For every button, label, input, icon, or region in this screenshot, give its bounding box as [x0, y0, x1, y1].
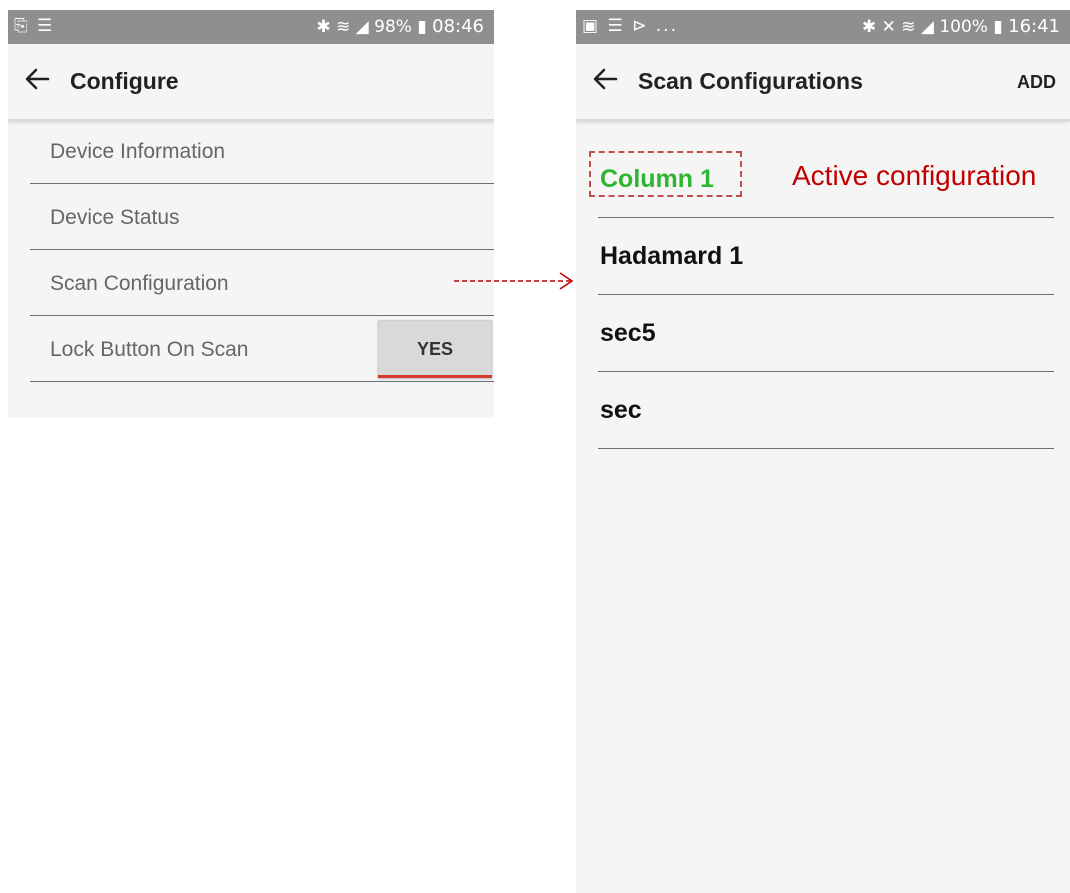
menu-item-label: Device Information [50, 140, 226, 163]
config-item[interactable]: sec [598, 372, 1054, 449]
configure-screen: ⎘ ☰ ✱ ≋ ◢ 98% ▮ 08:46 Configure Device I… [8, 10, 494, 418]
page-title: Configure [70, 68, 179, 94]
status-bar-left-icons: ⎘ ☰ [14, 16, 55, 36]
status-bar-right: ✱ ✕ ≋ ◢ 100% ▮ 16:41 [862, 16, 1060, 37]
config-label: Hadamard 1 [600, 242, 744, 270]
config-label: sec [600, 396, 642, 424]
connector-arrow-icon [454, 272, 574, 290]
lock-button-toggle[interactable]: YES [378, 320, 492, 378]
status-bar-left-icons: ▣ ☰ ⊳ ... [582, 16, 678, 36]
config-item[interactable]: sec5 [598, 295, 1054, 372]
back-arrow-icon[interactable] [592, 66, 618, 92]
config-item[interactable]: Hadamard 1 [598, 218, 1054, 295]
menu-item-label: Device Status [50, 206, 180, 229]
status-time: 08:46 [432, 16, 484, 37]
config-label: sec5 [600, 319, 656, 347]
menu-item-device-information[interactable]: Device Information [30, 118, 494, 184]
toggle-underline [378, 375, 492, 378]
active-config-annotation: Active configuration [792, 160, 1037, 191]
status-icons: ✱ ✕ ≋ ◢ 100% ▮ [861, 17, 1003, 37]
menu-item-label: Scan Configuration [50, 272, 229, 295]
divider [598, 448, 1054, 449]
status-bar: ▣ ☰ ⊳ ... ✱ ✕ ≋ ◢ 100% ▮ 16:41 [576, 10, 1070, 44]
page-title: Scan Configurations [638, 68, 863, 94]
status-bar: ⎘ ☰ ✱ ≋ ◢ 98% ▮ 08:46 [8, 10, 494, 44]
menu-item-scan-configuration[interactable]: Scan Configuration [30, 250, 494, 316]
status-time: 16:41 [1008, 16, 1060, 37]
app-bar: Scan Configurations ADD [576, 44, 1070, 121]
app-bar: Configure [8, 44, 494, 121]
add-button[interactable]: ADD [1017, 72, 1056, 93]
status-icons: ✱ ≋ ◢ 98% ▮ [316, 17, 427, 37]
active-config-highlight [589, 151, 742, 197]
status-bar-right: ✱ ≋ ◢ 98% ▮ 08:46 [316, 16, 484, 37]
scan-configurations-screen: ▣ ☰ ⊳ ... ✱ ✕ ≋ ◢ 100% ▮ 16:41 Scan Conf… [576, 10, 1070, 893]
menu-item-label: Lock Button On Scan [50, 338, 249, 361]
menu-item-device-status[interactable]: Device Status [30, 184, 494, 250]
divider [30, 381, 494, 382]
back-arrow-icon[interactable] [24, 66, 50, 92]
